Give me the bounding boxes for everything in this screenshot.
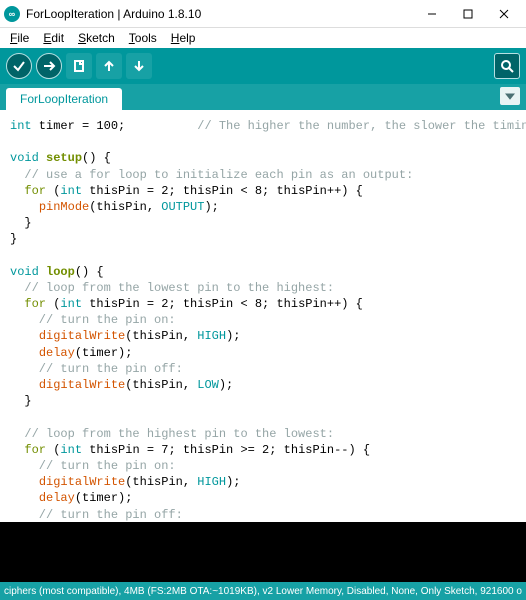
code-comment: // turn the pin off:: [10, 508, 183, 522]
console-output: [0, 522, 526, 582]
code-token: thisPin = 2; thisPin < 8; thisPin++) {: [82, 297, 363, 311]
code-token: (thisPin,: [125, 378, 197, 392]
arrow-up-icon: [102, 59, 116, 73]
code-token: );: [219, 378, 233, 392]
menu-sketch[interactable]: Sketch: [72, 29, 121, 47]
code-token: (: [46, 184, 60, 198]
code-token: [10, 297, 24, 311]
check-icon: [12, 59, 26, 73]
code-token: int: [10, 119, 32, 133]
code-token: thisPin = 7; thisPin >= 2; thisPin--) {: [82, 443, 370, 457]
code-token: (thisPin,: [125, 475, 197, 489]
code-token: [10, 443, 24, 457]
code-token: (thisPin,: [125, 329, 197, 343]
code-token: );: [204, 200, 218, 214]
code-token: [10, 200, 39, 214]
code-token: );: [226, 329, 240, 343]
status-board-info: ciphers (most compatible), 4MB (FS:2MB O…: [4, 586, 522, 597]
arduino-app-icon: ∞: [4, 6, 20, 22]
save-button[interactable]: [126, 53, 152, 79]
sketch-tab[interactable]: ForLoopIteration: [6, 88, 122, 110]
code-token: (timer);: [75, 491, 133, 505]
minimize-button[interactable]: [414, 0, 450, 28]
file-icon: [72, 59, 86, 73]
arrow-right-icon: [42, 59, 56, 73]
code-token: timer = 100;: [32, 119, 198, 133]
code-token: [10, 329, 39, 343]
open-button[interactable]: [96, 53, 122, 79]
code-token: }: [10, 232, 17, 246]
code-token: HIGH: [197, 475, 226, 489]
code-comment: // loop from the lowest pin to the highe…: [10, 281, 334, 295]
code-token: digitalWrite: [39, 329, 125, 343]
code-token: (: [46, 443, 60, 457]
toolbar: [0, 48, 526, 84]
code-token: digitalWrite: [39, 475, 125, 489]
code-token: [10, 475, 39, 489]
code-token: );: [226, 475, 240, 489]
code-token: void: [10, 265, 39, 279]
code-comment: // turn the pin off:: [10, 362, 183, 376]
code-token: [10, 346, 39, 360]
code-comment: // loop from the highest pin to the lowe…: [10, 427, 334, 441]
code-token: (thisPin,: [89, 200, 161, 214]
magnifier-icon: [500, 59, 514, 73]
code-token: HIGH: [197, 329, 226, 343]
verify-button[interactable]: [6, 53, 32, 79]
tab-menu-button[interactable]: [500, 87, 520, 105]
menu-help[interactable]: Help: [165, 29, 202, 47]
code-token: OUTPUT: [161, 200, 204, 214]
code-token: loop: [46, 265, 75, 279]
tab-bar: ForLoopIteration: [0, 84, 526, 110]
code-token: for: [24, 443, 46, 457]
code-token: LOW: [197, 378, 219, 392]
close-button[interactable]: [486, 0, 522, 28]
serial-monitor-button[interactable]: [494, 53, 520, 79]
code-editor[interactable]: int timer = 100; // The higher the numbe…: [0, 110, 526, 522]
code-token: int: [60, 184, 82, 198]
code-token: for: [24, 297, 46, 311]
code-token: int: [60, 297, 82, 311]
arrow-down-icon: [132, 59, 146, 73]
code-token: for: [24, 184, 46, 198]
window-title: ForLoopIteration | Arduino 1.8.10: [26, 7, 414, 21]
code-token: () {: [75, 265, 104, 279]
code-token: (: [46, 297, 60, 311]
menu-file[interactable]: File: [4, 29, 35, 47]
menu-bar: File Edit Sketch Tools Help: [0, 28, 526, 48]
menu-edit[interactable]: Edit: [37, 29, 70, 47]
code-token: }: [10, 394, 32, 408]
code-comment: // use a for loop to initialize each pin…: [10, 168, 413, 182]
code-comment: // The higher the number, the slower the…: [197, 119, 526, 133]
code-token: (timer);: [75, 346, 133, 360]
new-button[interactable]: [66, 53, 92, 79]
menu-tools[interactable]: Tools: [123, 29, 163, 47]
code-token: delay: [39, 491, 75, 505]
code-token: [10, 184, 24, 198]
code-token: delay: [39, 346, 75, 360]
upload-button[interactable]: [36, 53, 62, 79]
code-token: () {: [82, 151, 111, 165]
window-controls: [414, 0, 522, 28]
code-token: [10, 491, 39, 505]
code-token: int: [60, 443, 82, 457]
code-token: }: [10, 216, 32, 230]
code-token: digitalWrite: [39, 378, 125, 392]
code-token: pinMode: [39, 200, 89, 214]
code-comment: // turn the pin on:: [10, 459, 176, 473]
chevron-down-icon: [505, 91, 515, 101]
window-titlebar: ∞ ForLoopIteration | Arduino 1.8.10: [0, 0, 526, 28]
status-bar: ciphers (most compatible), 4MB (FS:2MB O…: [0, 582, 526, 600]
code-token: void: [10, 151, 39, 165]
maximize-button[interactable]: [450, 0, 486, 28]
code-comment: // turn the pin on:: [10, 313, 176, 327]
code-token: setup: [46, 151, 82, 165]
code-token: [10, 378, 39, 392]
code-token: thisPin = 2; thisPin < 8; thisPin++) {: [82, 184, 363, 198]
